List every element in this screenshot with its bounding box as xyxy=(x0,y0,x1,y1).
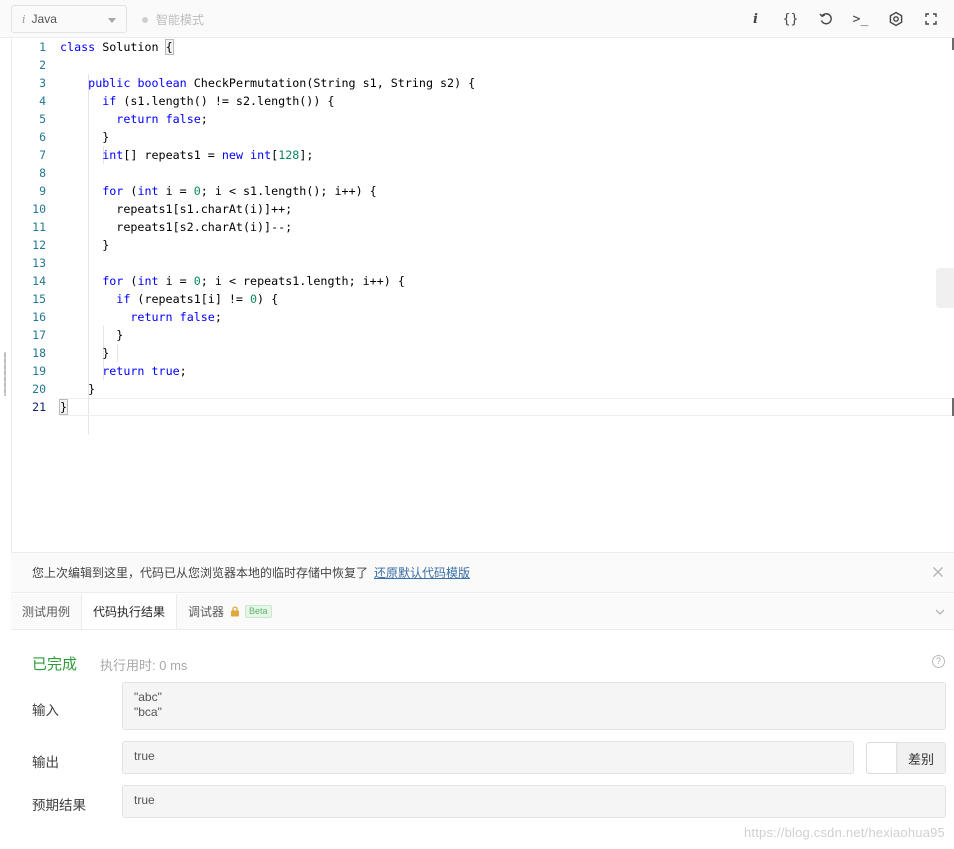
line-number: 16 xyxy=(32,310,46,324)
input-label: 输入 xyxy=(32,703,59,718)
line-number: 18 xyxy=(32,346,46,360)
smart-mode-toggle[interactable]: 智能模式 xyxy=(142,11,204,28)
notice-text: 您上次编辑到这里，代码已从您浏览器本地的临时存储中恢复了 xyxy=(32,566,369,580)
code-line-current: } xyxy=(58,398,954,416)
chevron-down-icon[interactable] xyxy=(934,606,946,618)
help-icon[interactable]: ? xyxy=(932,655,945,668)
code-line: if (repeats1[i] != 0) { xyxy=(116,292,279,306)
line-number: 11 xyxy=(32,220,46,234)
smart-mode-label: 智能模式 xyxy=(156,13,205,27)
code-line: public boolean CheckPermutation(String s… xyxy=(88,76,476,90)
line-number: 10 xyxy=(32,202,46,216)
code-editor[interactable]: 1 2 3 4 5 6 7 8 9 10 11 12 13 14 15 16 17 18 19 20 21 class … xyxy=(11,38,954,552)
code-line: int[] repeats1 = new int[128]; xyxy=(102,148,314,162)
side-panel-handle[interactable] xyxy=(936,268,954,308)
tab-debugger[interactable]: 调试器 Beta xyxy=(177,594,283,629)
code-line: return true; xyxy=(102,364,187,378)
input-value-box: "abc" "bca" xyxy=(122,682,946,730)
smart-mode-dot xyxy=(142,16,148,23)
line-number: 13 xyxy=(32,256,46,270)
language-select[interactable]: i Java xyxy=(11,5,127,33)
close-icon[interactable] xyxy=(932,566,946,580)
diff-label: 差别 xyxy=(907,751,934,767)
line-number: 1 xyxy=(39,40,46,54)
line-number-gutter: 1 2 3 4 5 6 7 8 9 10 11 12 13 14 15 16 17 18 19 20 21 xyxy=(12,38,58,416)
code-line: repeats1[s2.charAt(i)]--; xyxy=(60,220,293,234)
code-line: } xyxy=(60,382,96,396)
line-number: 19 xyxy=(32,364,46,378)
line-number: 7 xyxy=(39,148,46,162)
line-number: 14 xyxy=(32,274,46,288)
code-content[interactable]: class Solution { public boolean CheckPer… xyxy=(58,38,954,434)
lock-icon xyxy=(231,606,240,617)
line-number: 20 xyxy=(32,382,46,396)
language-label: Java xyxy=(31,12,57,26)
expected-label: 预期结果 xyxy=(32,798,86,813)
code-line: class Solution { xyxy=(60,39,174,55)
status-text: 已完成 xyxy=(32,656,78,673)
line-number: 9 xyxy=(39,184,46,198)
line-number: 6 xyxy=(39,130,46,144)
line-number: 15 xyxy=(32,292,46,306)
execution-time: 执行用时: 0 ms xyxy=(100,658,188,673)
line-number: 17 xyxy=(32,328,46,342)
restore-default-template-link[interactable]: 还原默认代码模版 xyxy=(374,564,470,581)
console-icon[interactable]: >_ xyxy=(843,9,878,29)
fullscreen-icon[interactable] xyxy=(913,9,948,29)
line-number: 21 xyxy=(32,400,46,414)
console-tabs: 测试用例 代码执行结果 调试器 Beta xyxy=(11,594,954,630)
settings-icon[interactable] xyxy=(878,9,913,29)
line-number: 4 xyxy=(39,94,46,108)
line-number: 2 xyxy=(39,58,46,72)
input-line: "bca" xyxy=(134,705,162,719)
resize-handle[interactable] xyxy=(4,352,6,396)
output-label: 输出 xyxy=(32,755,59,770)
line-number: 3 xyxy=(39,76,46,90)
diff-toggle-knob xyxy=(867,743,897,773)
code-line: for (int i = 0; i < s1.length(); i++) { xyxy=(102,184,377,198)
code-line: return false; xyxy=(116,112,208,126)
code-line: return false; xyxy=(130,310,222,324)
format-braces-icon[interactable]: {} xyxy=(773,9,808,29)
editor-toolbar: i Java 智能模式 i {} >_ xyxy=(0,0,954,38)
toolbar-actions: i {} >_ xyxy=(738,9,948,29)
code-line: if (s1.length() != s2.length()) { xyxy=(102,94,335,108)
tab-execution-result[interactable]: 代码执行结果 xyxy=(81,594,178,629)
execution-result-panel: 已完成 执行用时: 0 ms ? 输入 "abc" "bca" 输出 true … xyxy=(11,631,954,841)
code-line: } xyxy=(60,328,124,342)
line-number: 12 xyxy=(32,238,46,252)
tab-test-cases[interactable]: 测试用例 xyxy=(11,594,81,629)
watermark: https://blog.csdn.net/hexiaohua95 xyxy=(743,825,945,840)
line-number: 5 xyxy=(39,112,46,126)
code-line: repeats1[s1.charAt(i)]++; xyxy=(60,202,293,216)
info-icon[interactable]: i xyxy=(738,9,773,29)
info-icon: i xyxy=(22,12,26,26)
code-line: } xyxy=(60,346,110,360)
output-value-box: true xyxy=(122,741,854,774)
diff-toggle[interactable]: 差别 xyxy=(866,742,946,774)
expected-value-box: true xyxy=(122,785,946,818)
chevron-down-icon xyxy=(108,18,116,23)
input-line: "abc" xyxy=(134,690,162,704)
code-line: } xyxy=(60,238,110,252)
restore-notice: 您上次编辑到这里，代码已从您浏览器本地的临时存储中恢复了 还原默认代码模版 xyxy=(11,552,954,593)
beta-badge: Beta xyxy=(245,605,272,618)
line-number: 8 xyxy=(39,166,46,180)
code-line: for (int i = 0; i < repeats1.length; i++… xyxy=(102,274,405,288)
reset-icon[interactable] xyxy=(808,9,843,29)
code-line: } xyxy=(60,130,110,144)
